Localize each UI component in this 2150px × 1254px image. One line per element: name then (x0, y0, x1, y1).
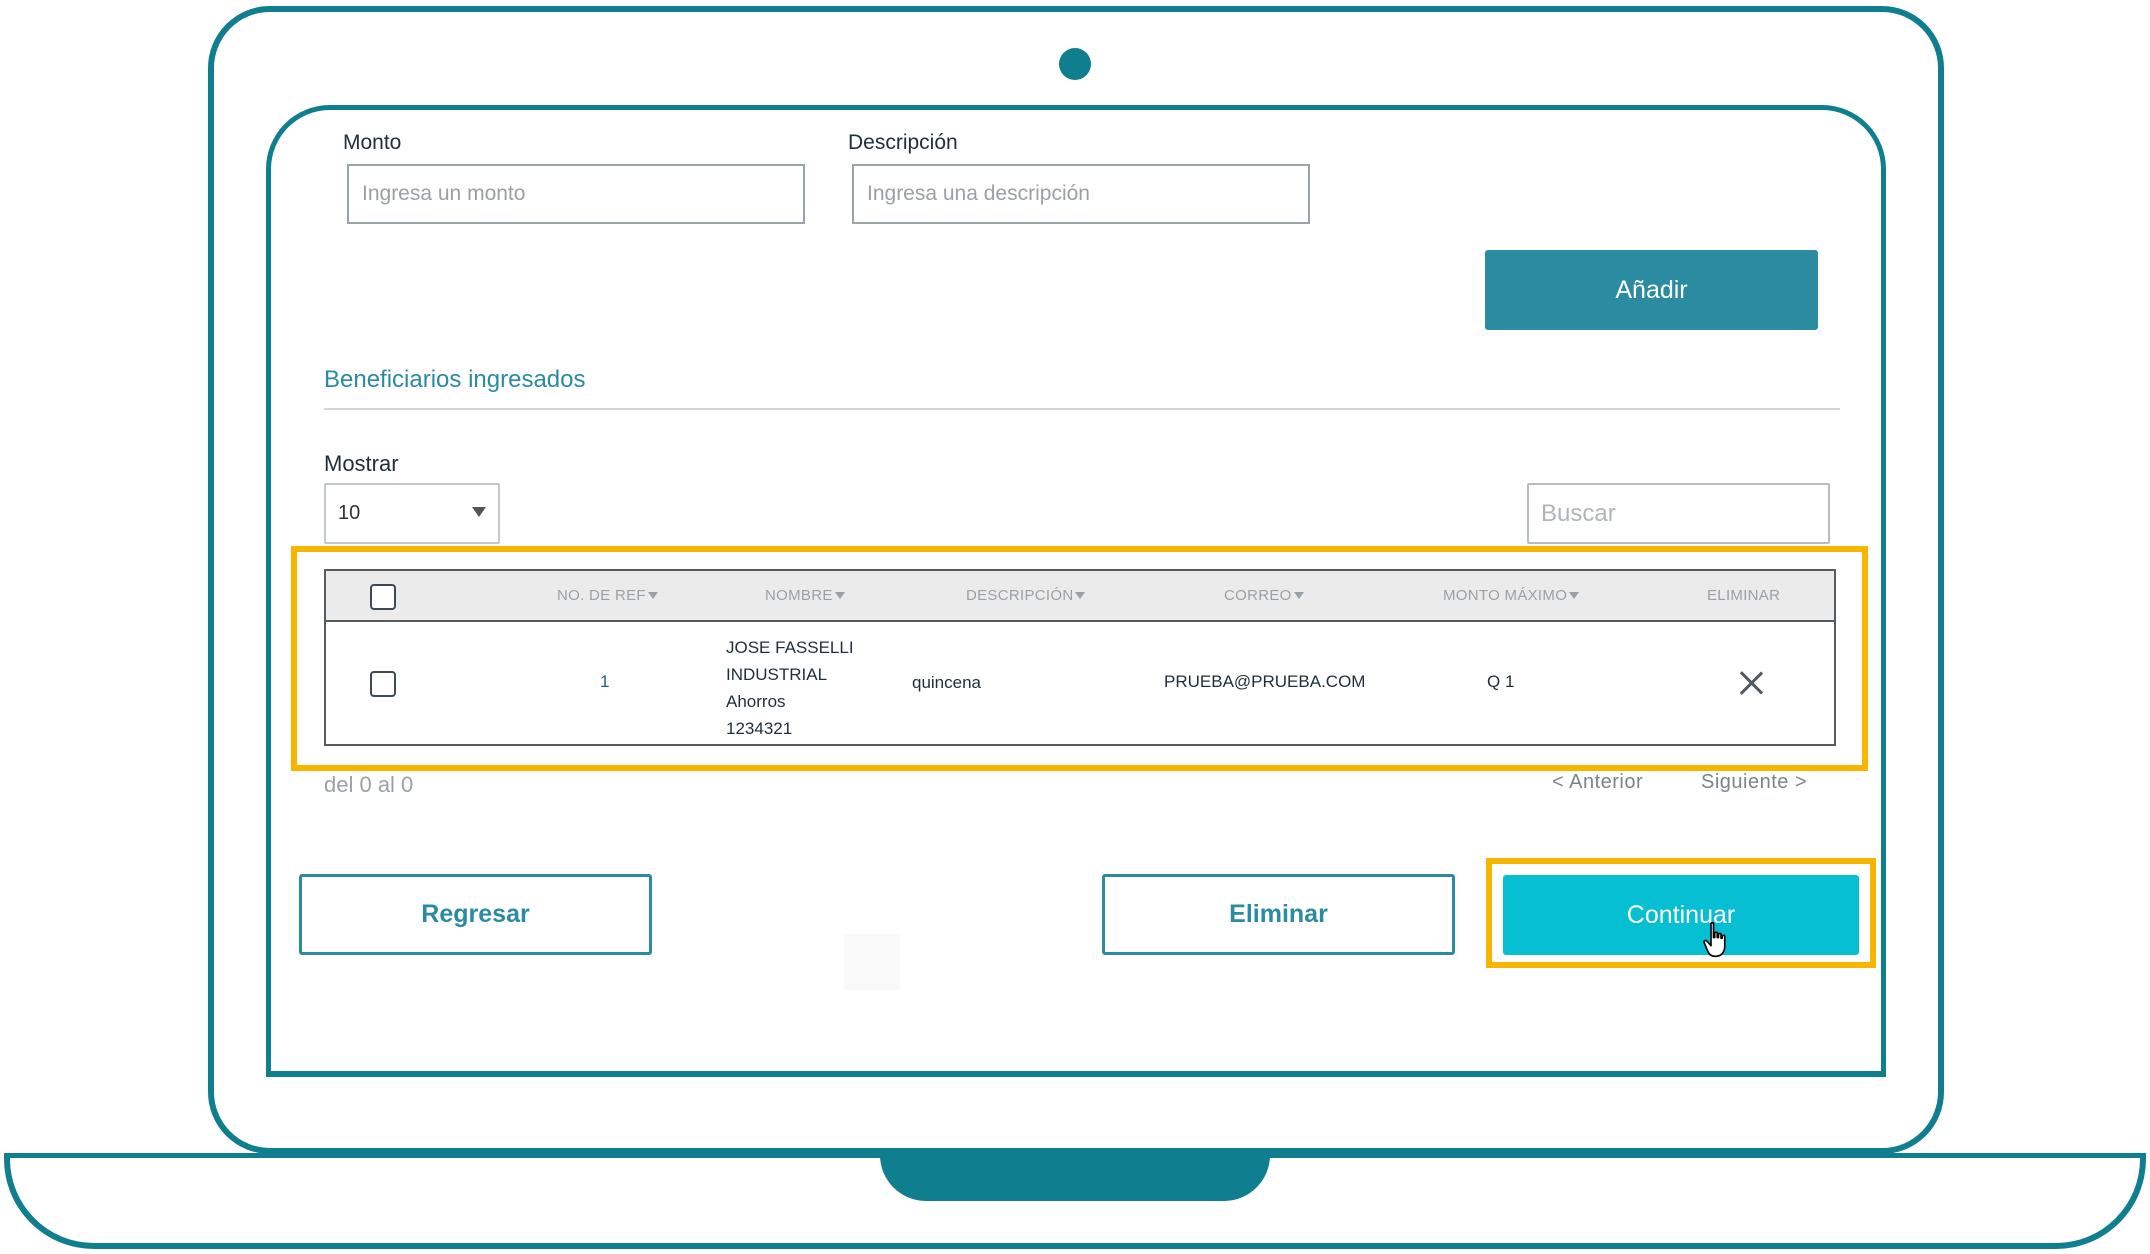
sort-caret-icon (834, 592, 845, 599)
section-title: Beneficiarios ingresados (324, 366, 586, 393)
header-descripcion[interactable]: DESCRIPCIÓN (966, 571, 1086, 620)
add-button[interactable]: Añadir (1485, 250, 1818, 330)
beneficiaries-table: NO. DE REF NOMBRE DESCRIPCIÓN CORREO MON… (324, 569, 1836, 746)
continue-button[interactable]: Continuar (1503, 875, 1859, 955)
select-all-checkbox[interactable] (370, 584, 396, 610)
show-label: Mostrar (324, 451, 399, 476)
header-nombre[interactable]: NOMBRE (765, 571, 845, 620)
page-size-value: 10 (338, 502, 361, 524)
header-monto[interactable]: MONTO MÁXIMO (1443, 571, 1580, 620)
table-row: 1 JOSE FASSELLI INDUSTRIAL Ahorros 12343… (326, 622, 1834, 743)
dropdown-caret-icon (472, 507, 486, 517)
page-size-select[interactable]: 10 (324, 483, 500, 544)
hand-pointer-icon (1703, 921, 1726, 958)
sort-caret-icon (1569, 592, 1580, 599)
delete-button[interactable]: Eliminar (1102, 874, 1455, 955)
pager-info: del 0 al 0 (324, 772, 414, 797)
monto-input[interactable] (347, 164, 805, 224)
faint-square (844, 934, 900, 990)
sort-caret-icon (1293, 592, 1304, 599)
pager-prev[interactable]: < Anterior (1552, 771, 1643, 794)
back-button[interactable]: Regresar (299, 874, 652, 955)
header-eliminar: ELIMINAR (1707, 587, 1781, 604)
table-header: NO. DE REF NOMBRE DESCRIPCIÓN CORREO MON… (326, 571, 1834, 622)
header-ref[interactable]: NO. DE REF (557, 571, 658, 620)
section-divider (324, 408, 1840, 410)
row-checkbox[interactable] (370, 671, 396, 697)
camera-icon (1059, 48, 1091, 80)
row-ref: 1 (600, 672, 610, 691)
descripcion-label: Descripción (848, 131, 958, 154)
row-correo: PRUEBA@PRUEBA.COM (1164, 672, 1366, 691)
descripcion-input[interactable] (852, 164, 1310, 224)
search-input[interactable]: Buscar (1527, 483, 1830, 544)
search-placeholder: Buscar (1541, 499, 1616, 527)
close-icon[interactable] (1738, 670, 1764, 696)
sort-caret-icon (1075, 592, 1086, 599)
monto-label: Monto (343, 131, 402, 154)
header-correo[interactable]: CORREO (1224, 571, 1304, 620)
row-nombre: JOSE FASSELLI INDUSTRIAL Ahorros 1234321 (726, 638, 854, 738)
screen: Monto Descripción Añadir Beneficiarios i… (266, 105, 1886, 1077)
row-descripcion: quincena (912, 673, 982, 692)
pager-next[interactable]: Siguiente > (1701, 771, 1807, 794)
row-monto: Q 1 (1487, 672, 1515, 691)
laptop-notch (880, 1153, 1270, 1201)
sort-caret-icon (647, 592, 658, 599)
